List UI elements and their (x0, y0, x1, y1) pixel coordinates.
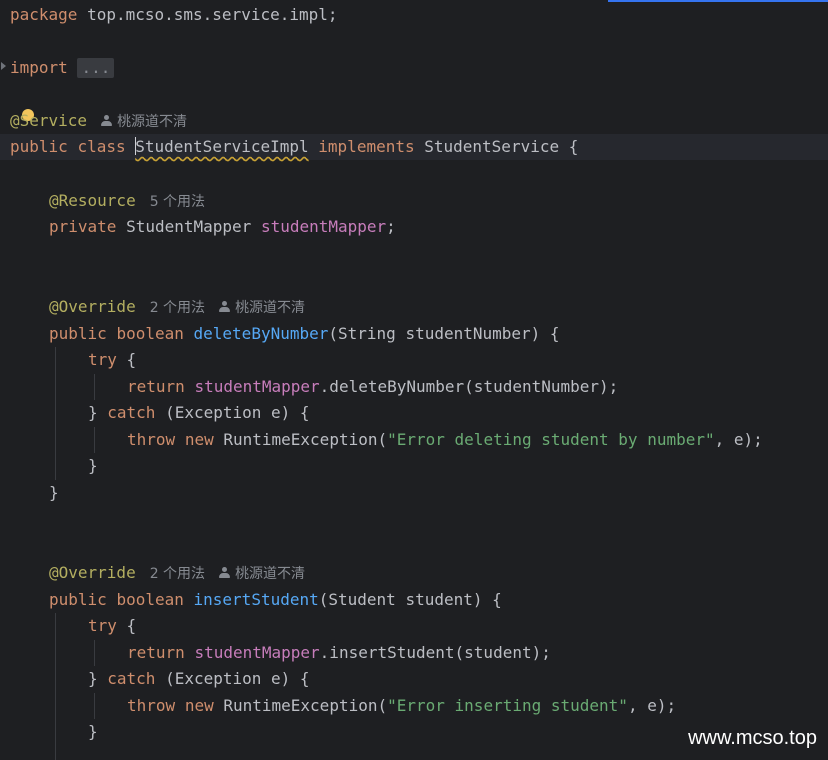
field-reference: studentMapper (194, 377, 320, 396)
annotation: @Override (49, 563, 136, 582)
author-hint[interactable]: 桃源道不清 (219, 300, 305, 316)
indent-guide (94, 693, 95, 719)
indent-guide (94, 374, 95, 400)
code-line-package[interactable]: package top.mcso.sms.service.impl; (10, 2, 338, 28)
code-line-resource-annotation[interactable]: @Resource 5 个用法 (49, 188, 205, 214)
keyword: try (88, 350, 117, 369)
code-line-throw[interactable]: throw new RuntimeException("Error insert… (127, 693, 676, 719)
code-line-override-annotation[interactable]: @Override 2 个用法 桃源道不清 (49, 560, 305, 586)
keyword: import (10, 58, 68, 77)
string-literal: "Error inserting student" (387, 696, 628, 715)
package-name: top.mcso.sms.service.impl; (77, 5, 338, 24)
field-type: StudentMapper (116, 217, 261, 236)
keyword: class (77, 137, 126, 156)
method-params: (String studentNumber) { (328, 324, 560, 343)
catch-params: (Exception e) { (155, 403, 310, 422)
interface-name: StudentService { (414, 137, 579, 156)
code-line-return[interactable]: return studentMapper.insertStudent(stude… (127, 640, 551, 666)
keyword: private (49, 217, 117, 236)
watermark: www.mcso.top (688, 727, 817, 749)
indent-guide (55, 613, 56, 760)
code-line-try[interactable]: try { (88, 347, 136, 373)
usages-hint[interactable]: 5 个用法 (150, 194, 205, 210)
brace: { (116, 616, 137, 635)
keyword: throw (127, 696, 176, 715)
keyword: implements (318, 137, 415, 156)
code-line-field[interactable]: private StudentMapper studentMapper; (49, 214, 396, 240)
exception-class: RuntimeException( (213, 430, 388, 449)
user-icon (101, 115, 113, 127)
annotation: @Resource (49, 191, 136, 210)
string-literal: "Error deleting student by number" (387, 430, 715, 449)
keyword: public (10, 137, 68, 156)
usages-hint[interactable]: 2 个用法 (150, 566, 205, 582)
user-icon (219, 301, 231, 313)
keyword: throw (127, 430, 176, 449)
code-line-brace[interactable]: } (49, 480, 59, 506)
code-line-throw[interactable]: throw new RuntimeException("Error deleti… (127, 427, 763, 453)
code-line-override-annotation[interactable]: @Override 2 个用法 桃源道不清 (49, 294, 305, 320)
keyword: new (184, 696, 214, 715)
keyword: boolean (116, 324, 184, 343)
tab-indicator (608, 0, 828, 2)
keyword: return (127, 643, 185, 662)
method-call: .deleteByNumber(studentNumber); (319, 377, 619, 396)
brace: } (88, 456, 98, 475)
field-name: studentMapper (260, 217, 387, 236)
code-editor[interactable]: package top.mcso.sms.service.impl; impor… (0, 0, 828, 760)
code-line-brace[interactable]: } (88, 719, 98, 745)
keyword: catch (107, 403, 156, 422)
author-hint[interactable]: 桃源道不清 (219, 566, 305, 582)
keyword: catch (107, 669, 156, 688)
method-name: insertStudent (193, 590, 319, 609)
code-line-method-signature[interactable]: public boolean deleteByNumber(String stu… (49, 321, 560, 347)
brace: } (49, 483, 59, 502)
brace: } (88, 722, 98, 741)
code-line-class-declaration[interactable]: public class StudentServiceImpl implemen… (10, 134, 578, 160)
keyword: public (49, 324, 107, 343)
args-end: , e); (714, 430, 763, 449)
code-line-service-annotation[interactable]: @Service 桃源道不清 (10, 108, 187, 134)
code-line-try[interactable]: try { (88, 613, 136, 639)
indent-guide (94, 640, 95, 666)
method-call: .insertStudent(student); (319, 643, 551, 662)
user-icon (219, 567, 231, 579)
annotation: @Override (49, 297, 136, 316)
args-end: , e); (627, 696, 677, 715)
code-line-import[interactable]: import ... (10, 55, 115, 81)
semicolon: ; (386, 217, 396, 236)
author-name: 桃源道不清 (117, 114, 188, 130)
author-name: 桃源道不清 (235, 300, 306, 316)
class-name: StudentServiceImpl (135, 137, 309, 156)
keyword: package (10, 5, 78, 24)
field-reference: studentMapper (194, 643, 320, 662)
keyword: public (49, 590, 107, 609)
annotation: @Service (10, 111, 88, 130)
keyword: return (127, 377, 185, 396)
import-fold-placeholder[interactable]: ... (77, 58, 115, 78)
code-line-method-signature[interactable]: public boolean insertStudent(Student stu… (49, 587, 502, 613)
brace: { (116, 350, 137, 369)
code-line-return[interactable]: return studentMapper.deleteByNumber(stud… (127, 374, 618, 400)
brace: } (88, 403, 108, 422)
indent-guide (94, 427, 95, 453)
method-name: deleteByNumber (193, 324, 329, 343)
catch-params: (Exception e) { (155, 669, 310, 688)
code-line-brace[interactable]: } (88, 453, 98, 479)
author-name: 桃源道不清 (235, 566, 306, 582)
usages-hint[interactable]: 2 个用法 (150, 300, 205, 316)
code-line-catch[interactable]: } catch (Exception e) { (88, 666, 310, 692)
keyword: try (88, 616, 117, 635)
exception-class: RuntimeException( (213, 696, 388, 715)
fold-arrow-icon[interactable] (1, 62, 6, 70)
keyword: new (184, 430, 214, 449)
keyword: boolean (116, 590, 184, 609)
code-line-catch[interactable]: } catch (Exception e) { (88, 400, 310, 426)
method-params: (Student student) { (318, 590, 502, 609)
indent-guide (55, 347, 56, 480)
brace: } (88, 669, 108, 688)
author-hint[interactable]: 桃源道不清 (101, 114, 187, 130)
